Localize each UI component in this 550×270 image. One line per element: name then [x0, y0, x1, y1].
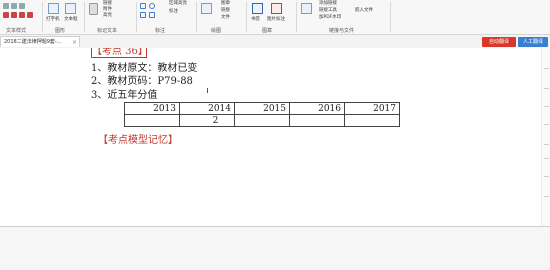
table-cell — [289, 114, 345, 127]
align-right-icon[interactable] — [19, 3, 25, 9]
textbox-icon[interactable] — [65, 3, 76, 14]
document-tab-label: 2018二建法律押题9套-... — [4, 39, 62, 45]
align-left-icon[interactable] — [3, 3, 9, 9]
ribbon-item-add-link[interactable]: 添加链接 — [319, 1, 337, 7]
text-line-2: 2、教材页码：P79-88 — [91, 76, 193, 87]
stamp-icon[interactable] — [252, 3, 263, 14]
document-tab-bar: 2018二建法律押题9套-... × — [0, 35, 550, 49]
section-heading: 【考点 36】 — [91, 48, 147, 58]
rectangle-icon[interactable] — [140, 3, 146, 9]
ribbon-item-typewriter[interactable]: 打字机 — [46, 17, 60, 23]
ribbon-group-drawing: 图章 链接 文件 绘图 — [197, 0, 245, 34]
ribbon-item-bookmark[interactable]: 书签 — [251, 17, 260, 23]
ribbon-item-pdf-watermark[interactable]: 加PDF水印 — [319, 15, 341, 21]
lower-pane — [0, 226, 550, 270]
document-page — [0, 48, 541, 226]
group-label-stamp: 图章 — [262, 28, 273, 34]
ribbon-item-link2[interactable]: 链接 — [221, 8, 230, 14]
link-icon[interactable] — [301, 3, 312, 14]
ellipse-icon[interactable] — [149, 3, 155, 9]
table-header-cell: 2017 — [344, 102, 400, 115]
section-subtitle: 【考点模型记忆】 — [98, 135, 178, 146]
group-label-links: 链接与文件 — [329, 28, 355, 34]
font-color-icon[interactable] — [19, 12, 25, 18]
close-tab-icon[interactable]: × — [72, 37, 77, 47]
ribbon-group-markup: 链接 附件 高亮 标记文本 — [85, 0, 135, 34]
group-label-markup: 标记文本 — [97, 28, 118, 34]
table-header-cell: 2015 — [234, 102, 290, 115]
ribbon-item-callout[interactable]: 标注 — [169, 9, 178, 15]
group-label-drawing: 绘图 — [211, 28, 222, 34]
drawing-icon[interactable] — [201, 3, 212, 14]
ribbon-item-image-annot[interactable]: 图片标注 — [267, 17, 285, 23]
signature-icon[interactable] — [271, 3, 282, 14]
table-cell — [344, 114, 400, 127]
ribbon-item-stamp[interactable]: 图章 — [221, 1, 230, 7]
table-header-cell: 2016 — [289, 102, 345, 115]
table-header-cell: 2014 — [179, 102, 235, 115]
ribbon-item-link-tools[interactable]: 链接工具 — [319, 8, 337, 14]
bold-icon[interactable] — [3, 12, 9, 18]
cloud-icon[interactable] — [149, 12, 155, 18]
text-tool-icon[interactable] — [89, 3, 98, 15]
table-header-row: 2013 2014 2015 2016 2017 — [124, 102, 400, 115]
text-line-3: 3、近五年分值 — [91, 90, 158, 101]
document-tab[interactable]: 2018二建法律押题9套-... × — [0, 36, 80, 47]
polygon-icon[interactable] — [140, 12, 146, 18]
table-cell: 2 — [179, 114, 235, 127]
strikeout-icon[interactable] — [27, 12, 33, 18]
group-label-callout: 标注 — [155, 28, 166, 34]
table-header-cell: 2013 — [124, 102, 180, 115]
typewriter-icon[interactable] — [48, 3, 59, 14]
align-center-icon[interactable] — [11, 3, 17, 9]
ribbon-group-text: 文本样式 — [0, 0, 42, 34]
table-cell — [234, 114, 290, 127]
ribbon-group-stamp: 书签 图片标注 图章 — [247, 0, 295, 34]
ribbon-item-area-highlight[interactable]: 区域高亮 — [169, 1, 187, 7]
ribbon-item-highlight[interactable]: 高亮 — [103, 13, 112, 19]
ribbon-item-file[interactable]: 文件 — [221, 15, 230, 21]
table-cell — [124, 114, 180, 127]
ribbon-group-links: 加PDF水印 添加链接 链接工具 嵌入文件 链接与文件 — [297, 0, 389, 34]
text-cursor — [207, 88, 208, 93]
ribbon-group-callout: 区域高亮 标注 标注 — [137, 0, 195, 34]
auto-translate-button[interactable]: 自动翻译 — [482, 37, 516, 47]
vertical-scrollbar[interactable] — [541, 48, 550, 226]
score-table: 2013 2014 2015 2016 2017 2 — [124, 102, 400, 127]
table-row: 2 — [124, 114, 400, 127]
ribbon-group-shapes: 打字机 文本框 图形 — [43, 0, 83, 34]
group-label-text: 文本样式 — [6, 28, 27, 34]
italic-icon[interactable] — [11, 12, 17, 18]
human-translate-button[interactable]: 人工翻译 — [518, 37, 548, 47]
group-label-shapes: 图形 — [55, 28, 66, 34]
ribbon-item-embed-file[interactable]: 嵌入文件 — [355, 8, 373, 14]
ribbon-toolbar: 文本样式 打字机 文本框 图形 链接 附件 高亮 标记文本 区域高亮 标注 标注… — [0, 0, 550, 35]
ribbon-item-textbox[interactable]: 文本框 — [64, 17, 78, 23]
